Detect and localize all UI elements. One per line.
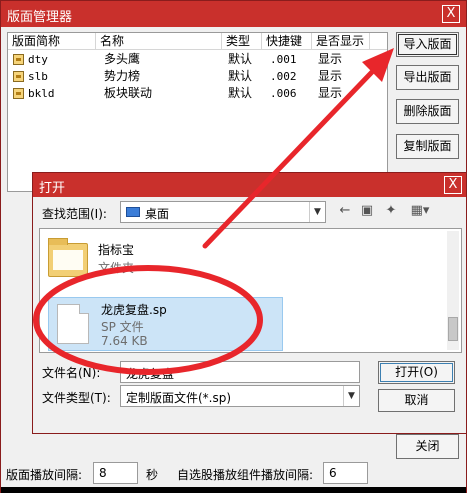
row-visible: 显示 — [318, 69, 343, 83]
row-visible: 显示 — [318, 86, 343, 100]
close-button[interactable]: 关闭 — [396, 434, 459, 459]
dropdown-icon[interactable]: ▼ — [343, 386, 359, 406]
view-menu-icon[interactable]: ▦▾ — [407, 203, 433, 218]
lookin-value: 桌面 — [145, 207, 170, 221]
filename-label: 文件名(N): — [42, 366, 101, 380]
interval-label: 版面播放间隔: — [6, 468, 83, 482]
column-header-visible[interactable]: 是否显示 — [312, 33, 370, 50]
folder-icon — [48, 238, 88, 277]
column-header-hotkey[interactable]: 快捷键 — [262, 33, 312, 50]
open-button[interactable]: 打开(O) — [378, 361, 455, 384]
row-type: 默认 — [228, 69, 253, 83]
filetype-select[interactable]: 定制版面文件(*.sp) ▼ — [120, 385, 360, 407]
dialog-title: 打开 — [39, 181, 66, 196]
background-ticker — [1, 487, 466, 493]
dropdown-icon[interactable]: ▼ — [309, 202, 325, 222]
close-icon[interactable]: X — [442, 5, 460, 23]
file-name: 龙虎复盘.sp — [101, 303, 167, 317]
interval-input[interactable]: 8 — [93, 462, 138, 484]
row-type: 默认 — [228, 86, 253, 100]
table-row[interactable]: dty 多头鹰 默认 .001 显示 — [8, 51, 387, 68]
desktop-icon — [126, 207, 140, 217]
row-name: 多头鹰 — [104, 52, 141, 66]
layout-icon — [13, 71, 24, 82]
document-icon — [57, 304, 89, 344]
delete-layout-button[interactable]: 删除版面 — [396, 99, 459, 124]
table-row[interactable]: bkld 板块联动 默认 .006 显示 — [8, 85, 387, 102]
open-dialog-titlebar: 打开 — [33, 173, 466, 197]
column-header-name[interactable]: 名称 — [96, 33, 222, 50]
close-icon[interactable]: X — [444, 176, 462, 194]
row-type: 默认 — [228, 52, 253, 66]
list-item-folder[interactable]: 指标宝 文件夹 — [40, 229, 461, 289]
row-short: bkld — [28, 87, 55, 100]
row-name: 板块联动 — [104, 86, 153, 100]
row-hotkey: .001 — [270, 53, 297, 66]
row-short: slb — [28, 70, 48, 83]
new-folder-icon[interactable]: ✦ — [383, 203, 399, 218]
file-type: SP 文件 — [101, 320, 144, 334]
row-visible: 显示 — [318, 52, 343, 66]
interval-unit: 秒 — [146, 468, 159, 482]
lookin-select[interactable]: 桌面 ▼ — [120, 201, 326, 223]
copy-layout-button[interactable]: 复制版面 — [396, 134, 459, 159]
cancel-button[interactable]: 取消 — [378, 389, 455, 412]
import-layout-button[interactable]: 导入版面 — [396, 32, 459, 57]
column-header-short[interactable]: 版面简称 — [8, 33, 96, 50]
component-interval-label: 自选股播放组件播放间隔: — [177, 468, 314, 482]
row-name: 势力榜 — [104, 69, 141, 83]
layout-icon — [13, 88, 24, 99]
row-hotkey: .002 — [270, 70, 297, 83]
export-layout-button[interactable]: 导出版面 — [396, 65, 459, 90]
layout-icon — [13, 54, 24, 65]
filetype-value: 定制版面文件(*.sp) — [126, 391, 232, 405]
folder-type: 文件夹 — [98, 261, 135, 275]
row-hotkey: .006 — [270, 87, 297, 100]
window-title: 版面管理器 — [7, 10, 73, 25]
lookin-label: 查找范围(I): — [42, 207, 107, 221]
back-icon[interactable]: ← — [337, 203, 353, 218]
file-size: 7.64 KB — [101, 334, 148, 348]
layout-list[interactable]: 版面简称 名称 类型 快捷键 是否显示 dty 多头鹰 默认 .001 显示 s… — [7, 32, 388, 192]
component-interval-input[interactable]: 6 — [323, 462, 368, 484]
layout-manager-titlebar: 版面管理器 — [1, 1, 466, 27]
list-header: 版面简称 名称 类型 快捷键 是否显示 — [8, 33, 387, 50]
up-folder-icon[interactable]: ▣ — [359, 203, 375, 218]
folder-name: 指标宝 — [98, 243, 135, 257]
open-file-dialog: 打开 X 查找范围(I): 桌面 ▼ ← ▣ ✦ ▦▾ 指标宝 文件夹 龙虎复盘… — [32, 172, 467, 434]
table-row[interactable]: slb 势力榜 默认 .002 显示 — [8, 68, 387, 85]
filetype-label: 文件类型(T): — [42, 391, 111, 405]
column-header-type[interactable]: 类型 — [222, 33, 262, 50]
row-short: dty — [28, 53, 48, 66]
filename-input[interactable]: 龙虎复盘 — [120, 361, 360, 383]
list-item-file[interactable]: 龙虎复盘.sp SP 文件 7.64 KB — [48, 297, 283, 351]
scrollbar-thumb[interactable] — [448, 317, 458, 341]
file-list[interactable]: 指标宝 文件夹 龙虎复盘.sp SP 文件 7.64 KB — [39, 228, 462, 353]
